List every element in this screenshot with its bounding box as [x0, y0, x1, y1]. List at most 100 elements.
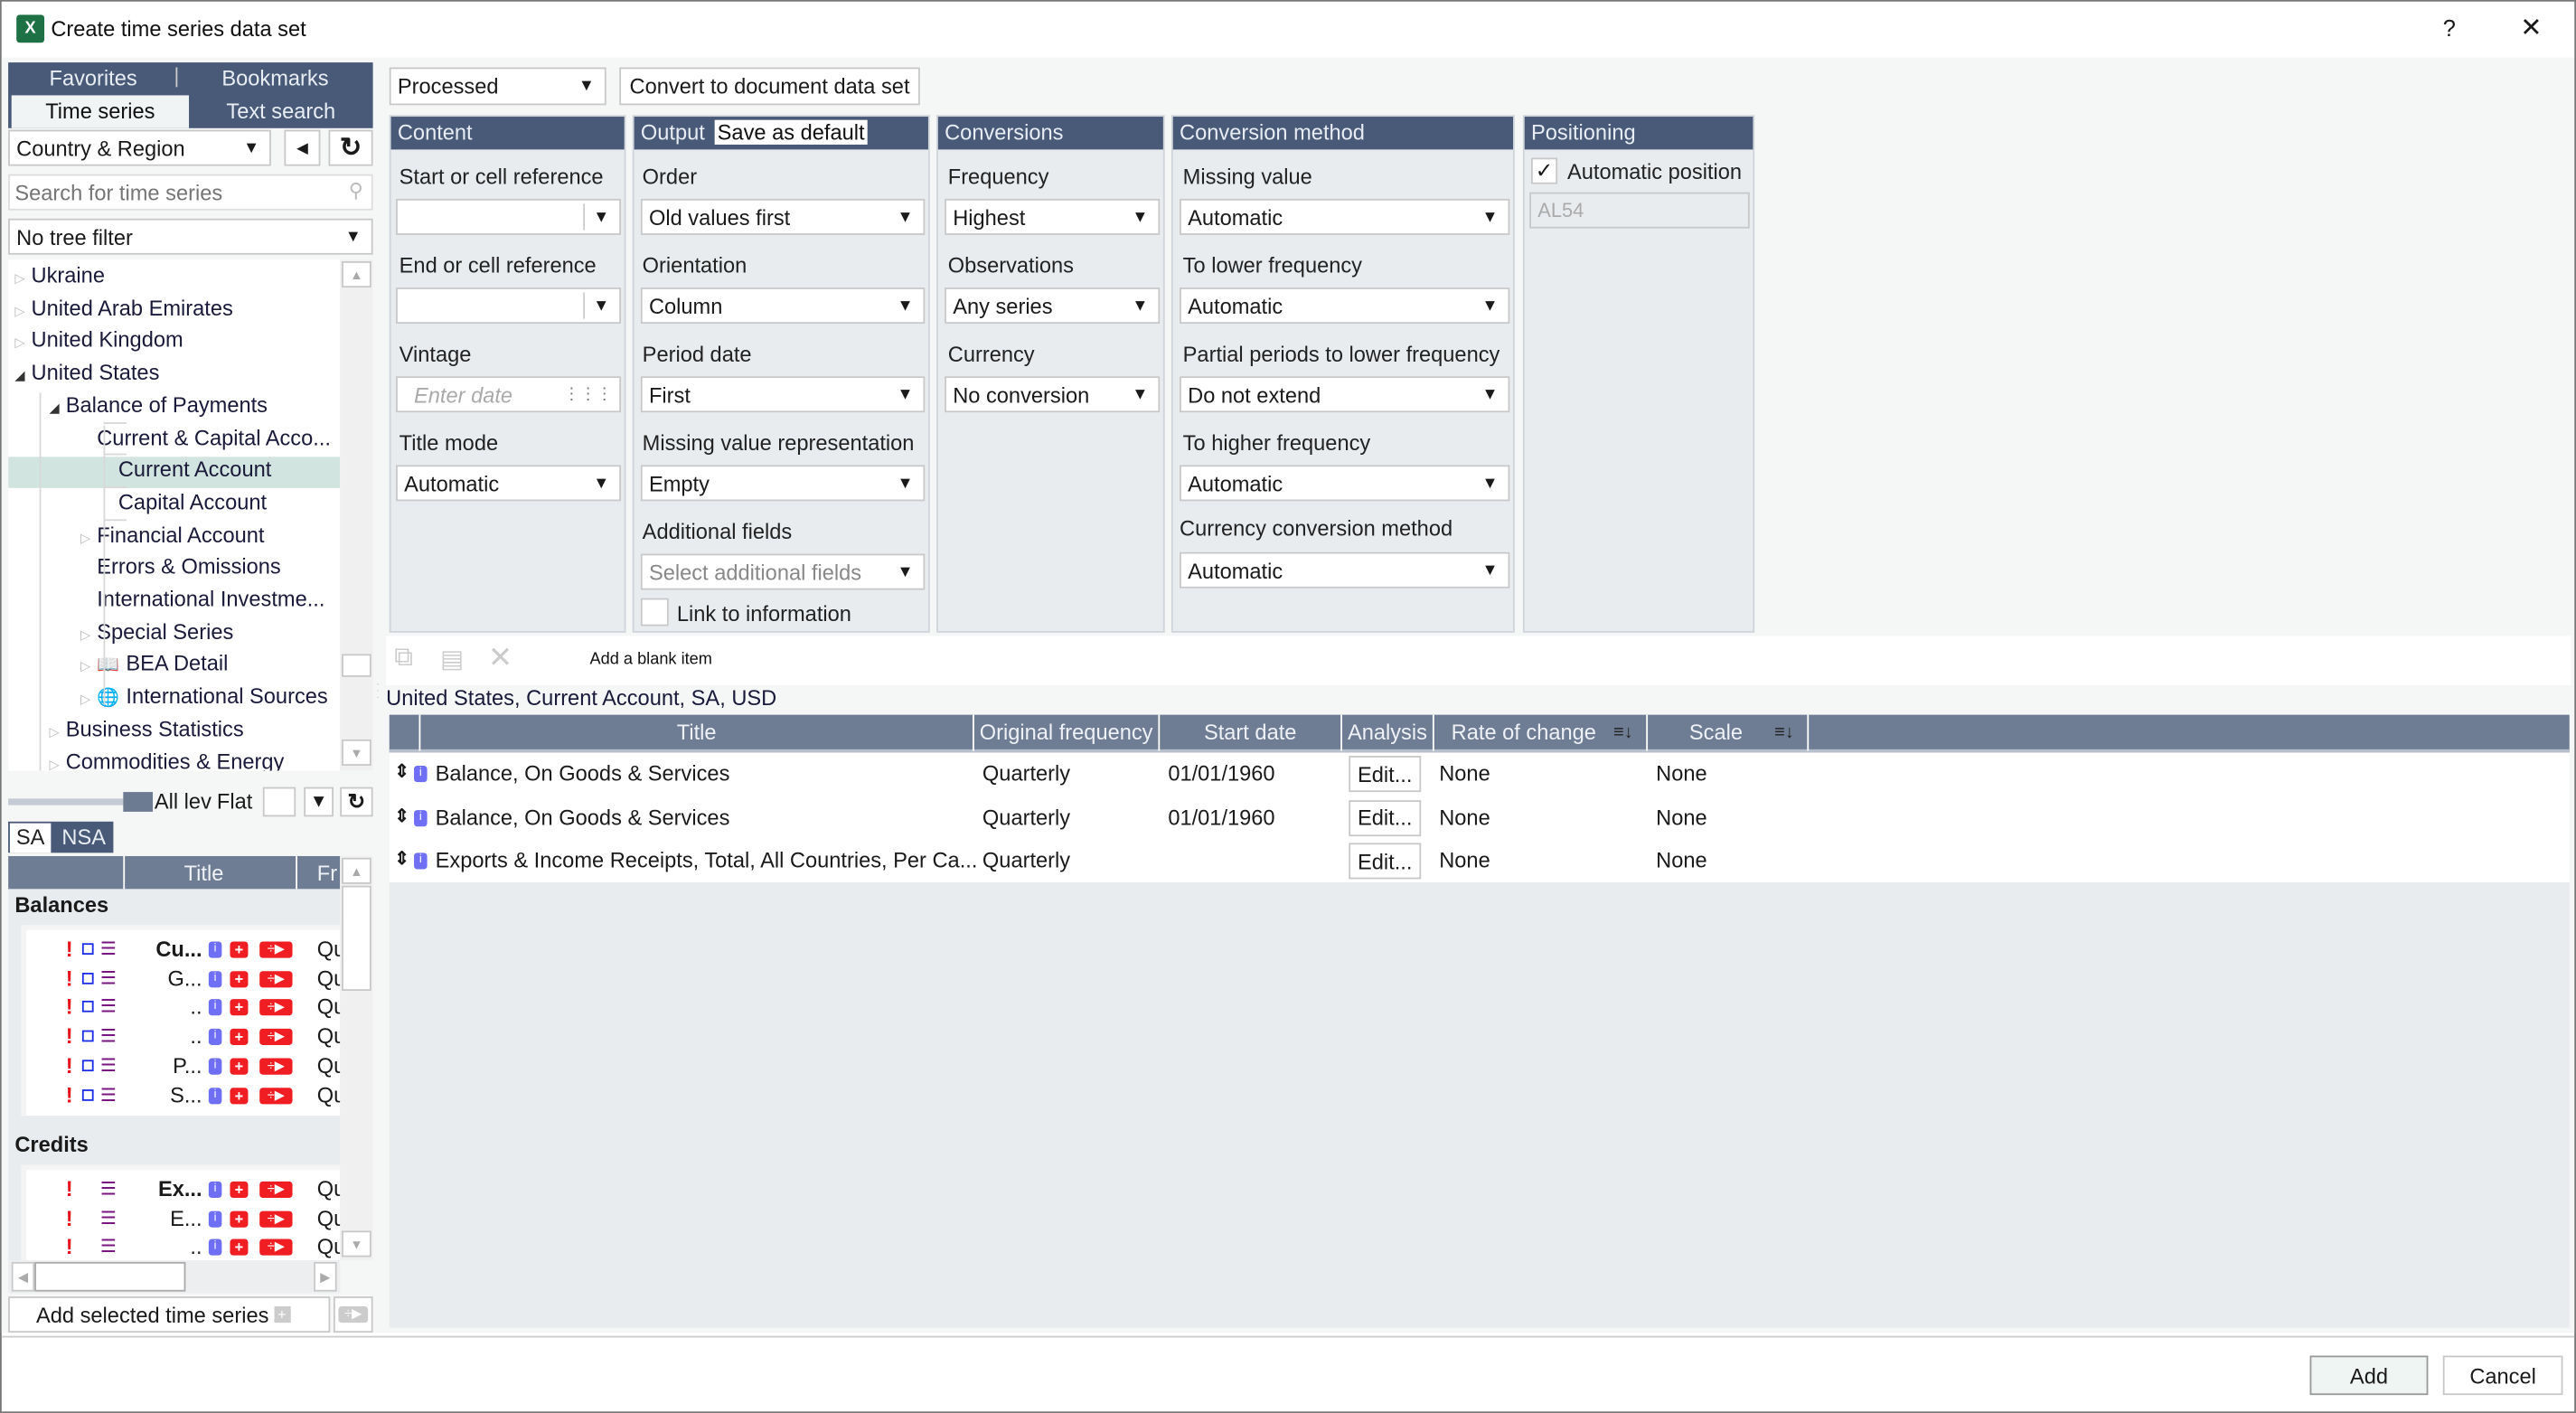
hscroll-thumb[interactable]	[34, 1261, 186, 1292]
item-scale[interactable]: None	[1656, 805, 1706, 829]
tree-item[interactable]: ◢ Balance of Payments	[50, 392, 268, 424]
checkbox-icon[interactable]	[81, 1059, 94, 1071]
splitter-handle[interactable]: · · ·	[376, 680, 381, 704]
refresh-button[interactable]: ↻	[328, 129, 373, 166]
convert-button[interactable]: Convert to document data set	[619, 67, 920, 106]
filter-button[interactable]: ▼	[304, 787, 334, 817]
item-row[interactable]: ⇕ i Exports & Income Receipts, Total, All …	[390, 840, 2570, 882]
info-icon[interactable]: i	[208, 1210, 222, 1228]
series-row[interactable]: ! ☰.. i + ÷▶ Qu	[26, 1235, 341, 1260]
collapsed-triangle-icon[interactable]: ▷	[50, 757, 66, 770]
tree-item[interactable]: Current Account	[8, 457, 341, 489]
checkbox-icon[interactable]	[81, 1088, 94, 1100]
series-row[interactable]: ! ☰.. i + ÷▶ Qu	[26, 994, 341, 1022]
scroll-down-button[interactable]: ▼	[342, 739, 371, 767]
info-icon[interactable]: i	[208, 1028, 222, 1046]
drag-handle-icon[interactable]: ⇕	[394, 761, 409, 782]
series-scrollbar[interactable]: ▲ ▼	[340, 855, 373, 1261]
info-icon[interactable]: i	[208, 1181, 222, 1199]
convert-icon[interactable]: ÷▶	[259, 1058, 293, 1075]
search-input[interactable]	[9, 175, 333, 209]
convert-icon[interactable]: ÷▶	[259, 1087, 293, 1104]
collapsed-triangle-icon[interactable]: ▷	[80, 627, 97, 642]
checkbox-icon[interactable]	[81, 972, 94, 984]
info-icon[interactable]: i	[208, 941, 222, 958]
convert-icon[interactable]: ÷▶	[259, 1028, 293, 1046]
add-icon[interactable]: +	[230, 970, 249, 987]
order-select[interactable]: Old values first ▼	[640, 198, 926, 235]
info-icon[interactable]: i	[208, 999, 222, 1016]
analysis-edit-button[interactable]: Edit...	[1349, 756, 1422, 793]
expanded-triangle-icon[interactable]: ◢	[50, 400, 66, 415]
search-field[interactable]: ⚲	[8, 174, 373, 211]
convert-icon[interactable]: ÷▶	[259, 970, 293, 987]
flat-checkbox[interactable]	[262, 787, 296, 817]
missing-value-select[interactable]: Automatic ▼	[1180, 198, 1510, 235]
tree-item[interactable]: Capital Account	[102, 489, 267, 521]
tree-item[interactable]: ▷ Commodities & Energy	[50, 749, 285, 771]
tree-item[interactable]: ▷ 🌐 International Sources	[80, 683, 328, 715]
scroll-up-button[interactable]: ▲	[342, 260, 371, 288]
info-icon[interactable]: i	[414, 766, 428, 783]
tab-time-series[interactable]: Time series	[11, 95, 190, 128]
col-start-date[interactable]: Start date	[1160, 714, 1342, 751]
tree-scrollbar[interactable]: ▲ ▼	[340, 259, 373, 771]
expanded-triangle-icon[interactable]: ◢	[14, 368, 31, 382]
series-row[interactable]: ! ☰ Cu... i + ÷▶ Qu	[26, 937, 341, 965]
tab-nsa[interactable]: NSA	[54, 824, 113, 853]
help-button[interactable]: ?	[2443, 14, 2456, 41]
scroll-right-button[interactable]: ▶	[314, 1261, 337, 1292]
convert-icon[interactable]: ÷▶	[259, 999, 293, 1016]
add-icon[interactable]: +	[230, 1181, 249, 1199]
col-analysis[interactable]: Analysis	[1342, 714, 1434, 751]
info-icon[interactable]: i	[414, 853, 428, 870]
series-row[interactable]: ! ☰ P... i + ÷▶ Qu	[26, 1053, 341, 1081]
level-slider-track[interactable]	[8, 798, 124, 805]
observations-select[interactable]: Any series ▼	[945, 287, 1161, 325]
scroll-up-button[interactable]: ▲	[342, 857, 371, 884]
checkbox-icon[interactable]	[81, 1001, 94, 1013]
add-selected-button[interactable]: Add selected time series +	[8, 1296, 331, 1333]
scroll-thumb[interactable]	[342, 885, 371, 992]
checkbox-icon[interactable]	[81, 943, 94, 956]
tree-item[interactable]: ▷ United Kingdom	[14, 327, 183, 359]
tree-item[interactable]: Errors & Omissions	[80, 554, 281, 586]
add-icon[interactable]: +	[230, 941, 249, 958]
analysis-edit-button[interactable]: Edit...	[1349, 799, 1422, 836]
category-select[interactable]: Country & Region ▼	[8, 129, 271, 166]
series-row[interactable]: ! ☰ G... i + ÷▶ Qu	[26, 966, 341, 994]
add-blank-item-button[interactable]: Add a blank item	[590, 651, 712, 669]
scroll-thumb[interactable]	[342, 654, 371, 677]
add-button[interactable]: Add	[2309, 1355, 2429, 1396]
collapsed-triangle-icon[interactable]: ▷	[14, 271, 31, 286]
col-original-frequency[interactable]: Original frequency	[974, 714, 1161, 751]
scroll-left-button[interactable]: ◀	[11, 1261, 35, 1292]
add-icon[interactable]: +	[230, 1210, 249, 1228]
title-mode-select[interactable]: Automatic ▼	[396, 465, 622, 502]
col-scale[interactable]: Scale ≡↓	[1648, 714, 1810, 751]
tab-sa[interactable]: SA	[9, 823, 52, 853]
drag-handle-icon[interactable]: ⇕	[394, 848, 409, 870]
col-rate-of-change[interactable]: Rate of change ≡↓	[1434, 714, 1649, 751]
frequency-select[interactable]: Highest ▼	[945, 198, 1161, 235]
paste-icon[interactable]: ▤	[440, 644, 464, 674]
tab-text-search[interactable]: Text search	[189, 95, 373, 127]
item-rate-of-change[interactable]: None	[1439, 848, 1490, 872]
collapsed-triangle-icon[interactable]: ▷	[14, 304, 31, 318]
series-row[interactable]: ! ☰ Ex... i + ÷▶ Qu	[26, 1176, 341, 1204]
series-row[interactable]: ! ☰ S... i + ÷▶ Qu	[26, 1082, 341, 1110]
tree-item[interactable]: ▷ Ukraine	[14, 263, 105, 295]
position-cell-field[interactable]: AL54	[1529, 192, 1750, 229]
scroll-down-button[interactable]: ▼	[342, 1230, 371, 1258]
tab-favorites[interactable]: Favorites	[50, 66, 137, 90]
tab-bookmarks[interactable]: Bookmarks	[221, 66, 328, 90]
convert-icon[interactable]: ÷▶	[259, 1239, 293, 1257]
add-icon[interactable]: +	[230, 999, 249, 1016]
period-date-select[interactable]: First ▼	[640, 376, 926, 413]
series-row[interactable]: ! ☰.. i + ÷▶ Qu	[26, 1024, 341, 1052]
link-info-checkbox[interactable]	[640, 598, 669, 626]
save-default-button[interactable]: Save as default	[714, 119, 869, 145]
add-icon[interactable]: +	[230, 1239, 249, 1257]
add-icon[interactable]: +	[230, 1028, 249, 1046]
currency-method-select[interactable]: Automatic ▼	[1180, 551, 1510, 589]
